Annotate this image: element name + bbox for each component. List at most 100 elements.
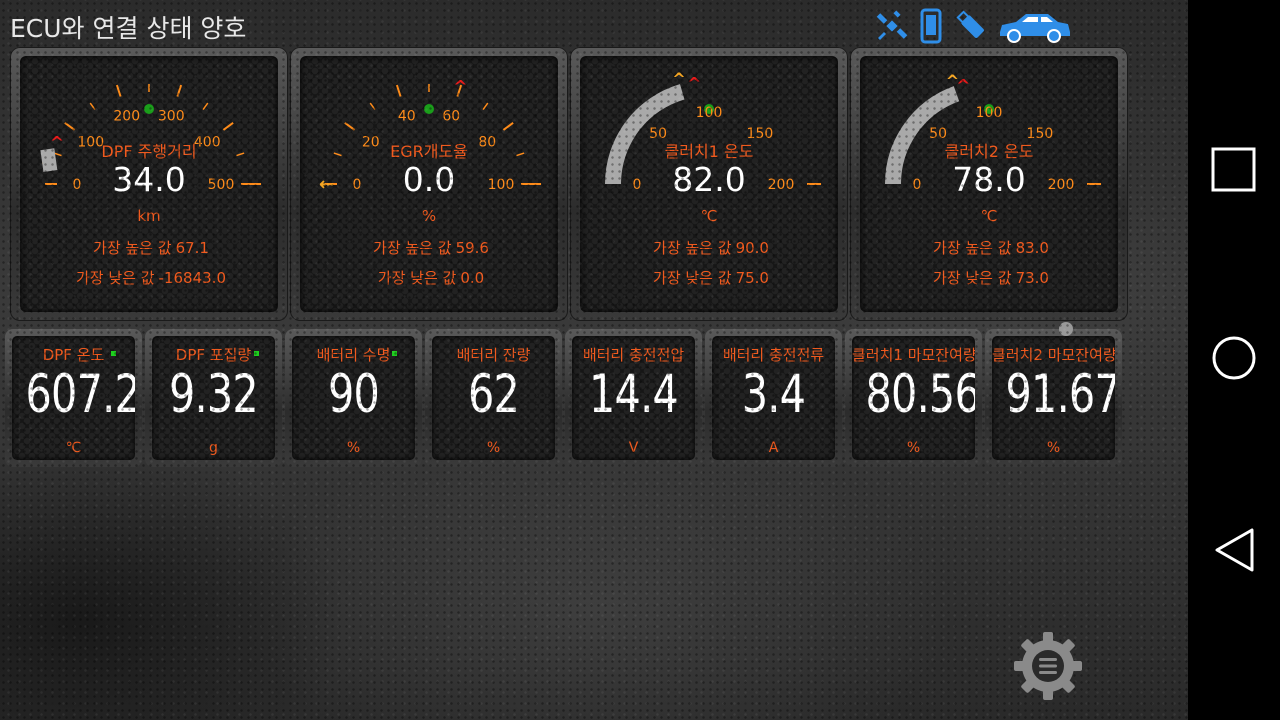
gauge-min-value: 73.0 (1015, 269, 1049, 287)
tile-face: 클러치1 마모잔여량 80.56 % (852, 336, 975, 460)
indicator-dot (392, 351, 397, 356)
gauge-scale-label: 300 (158, 109, 185, 125)
tile-face: DPF 온도 607.2 ℃ (12, 336, 135, 460)
gauge-title: DPF 주행거리 (101, 142, 197, 161)
gauge-min-value: 0.0 (460, 269, 485, 287)
gauge-max-label: 가장 높은 값 (93, 239, 172, 257)
settings-gear-menu-icon[interactable] (1012, 630, 1084, 702)
tile-value: 91.67 (1005, 364, 1115, 425)
tile-unit: ℃ (65, 440, 82, 456)
gauge-scale-label: 60 (442, 109, 460, 125)
gauge-value: 0.0 (402, 160, 456, 199)
tile-clutch1-wear[interactable]: 클러치1 마모잔여량 80.56 % (845, 329, 982, 467)
gauge-tick (344, 122, 356, 131)
tile-value: 9.32 (169, 364, 259, 425)
gauge-tick (176, 84, 183, 97)
tile-unit: % (1046, 440, 1061, 456)
gauge-max-value: 67.1 (175, 239, 209, 257)
tile-charge-voltage[interactable]: 배터리 충전전압 14.4 V (565, 329, 702, 467)
gauge-title: 클러치2 온도 (944, 142, 1034, 161)
gauge-min-label: 가장 낮은 값 (933, 269, 1012, 287)
gauge-card[interactable]: ⇠ ^ 0 20 40 60 80 100 EGR개도율 0.0 % 가장 높은 값 59.6 … (290, 47, 568, 321)
gauge-max-label: 가장 높은 값 (373, 239, 452, 257)
gauge-tick (202, 102, 209, 111)
gauge-tick (115, 84, 122, 97)
gauge-unit: ℃ (980, 207, 998, 225)
phone-icon (920, 8, 942, 44)
gauge-max: 가장 높은 값 90.0 (580, 237, 838, 258)
gauge-card[interactable]: ⇠^0100200300400500 DPF 주행거리 34.0 km 가장 높… (10, 47, 288, 321)
tile-battery-level[interactable]: 배터리 잔량 62 % (425, 329, 562, 467)
gauge-min: 가장 낮은 값 73.0 (860, 267, 1118, 288)
home-circle-icon[interactable] (1188, 318, 1280, 398)
dashboard-app: ECU와 연결 상태 양호 ^ 0 100 200 300 400 500 DP… (0, 0, 1188, 720)
gauge-max-value: 90.0 (735, 239, 769, 257)
gauge-max: 가장 높은 값 67.1 (20, 237, 278, 258)
gauge-unit: % (421, 207, 437, 225)
gauge-scale-label: 100 (696, 105, 723, 121)
gauge-max-value: 83.0 (1015, 239, 1049, 257)
tile-face: 클러치2 마모잔여량 91.67 % (992, 336, 1115, 460)
gauge-face: ^ ^ 0 50 100 150 200 클러치1 온도 82.0 ℃ 가장 높은 값 90.… (580, 56, 838, 312)
tile-title: 배터리 충전전류 (722, 346, 825, 364)
gauge-max: 가장 높은 값 59.6 (300, 237, 558, 258)
indicator-dot (111, 351, 116, 356)
gauge-card[interactable]: ^ ^ 0 50 100 150 200 클러치2 온도 78.0 ℃ 가장 높은 값 83.… (850, 47, 1128, 321)
gauge-min: 가장 낮은 값 -16843.0 (20, 267, 278, 288)
gauge-min: 가장 낮은 값 75.0 (580, 267, 838, 288)
gauge-card[interactable]: ^ ^ 0 50 100 150 200 클러치1 온도 82.0 ℃ 가장 높은 값 90.… (570, 47, 848, 321)
gauge-min-value: -16843.0 (158, 269, 226, 287)
tile-battery-life[interactable]: 배터리 수명 90 % (285, 329, 422, 467)
android-navigation-bar (1188, 0, 1280, 720)
car-icon (1000, 14, 1070, 43)
tile-title: DPF 온도 (42, 346, 105, 364)
tile-title: 클러치2 마모잔여량 (992, 346, 1115, 364)
recents-square-icon[interactable] (1188, 130, 1280, 210)
tile-value: 3.4 (741, 364, 806, 425)
gauge-scale-label: 100 (976, 105, 1003, 121)
gauge-min-value: 75.0 (735, 269, 769, 287)
tile-value: 80.56 (865, 364, 975, 425)
tile-title: 클러치1 마모잔여량 (852, 346, 975, 364)
gauge-peak-marker: ^ (956, 77, 970, 97)
gauge-tick (502, 122, 514, 131)
gauge-face: ^ ^ 0 50 100 150 200 클러치2 온도 78.0 ℃ 가장 높은 값 83.… (860, 56, 1118, 312)
gauge-peak-marker: ^ (453, 78, 467, 98)
gauge-min-label: 가장 낮은 값 (76, 269, 155, 287)
tile-unit: g (209, 440, 218, 456)
tile-value: 62 (467, 364, 520, 425)
gauge-face: ⇠^0100200300400500 DPF 주행거리 34.0 km 가장 높… (20, 56, 278, 312)
gauge-tick (395, 84, 402, 97)
tile-title: 배터리 잔량 (456, 346, 531, 364)
gauge-title: EGR개도율 (390, 142, 468, 161)
gauge-max: 가장 높은 값 83.0 (860, 237, 1118, 258)
tile-clutch2-wear[interactable]: 클러치2 마모잔여량 91.67 % (985, 329, 1122, 467)
tile-charge-current[interactable]: 배터리 충전전류 3.4 A (705, 329, 842, 467)
tile-face: 배터리 잔량 62 % (432, 336, 555, 460)
gauge-title: 클러치1 온도 (664, 142, 754, 161)
gauge-value: 78.0 (952, 160, 1026, 199)
tile-dpf-temp[interactable]: DPF 온도 607.2 ℃ (5, 329, 142, 467)
tile-face: DPF 포집량 9.32 g (152, 336, 275, 460)
gauge-scale-label: 200 (113, 109, 140, 125)
gauge-tick (369, 102, 376, 111)
indicator-dot (254, 351, 259, 356)
usb-stick-icon (956, 10, 984, 38)
gauge-center-dot (144, 104, 154, 114)
gauge-value: 82.0 (672, 160, 746, 199)
gauge-max-value: 59.6 (455, 239, 489, 257)
tile-face: 배터리 충전전압 14.4 V (572, 336, 695, 460)
gauge-peak-marker: ^ (687, 74, 701, 94)
tile-face: 배터리 수명 90 % (292, 336, 415, 460)
page-indicator-dot[interactable] (1059, 322, 1073, 336)
tile-unit: V (628, 440, 639, 456)
back-triangle-icon[interactable] (1188, 510, 1280, 590)
gauge-min-label: 가장 낮은 값 (377, 269, 457, 287)
gauge-max-label: 가장 높은 값 (933, 239, 1012, 257)
gauge-tick (482, 102, 489, 111)
gauge-value: 34.0 (112, 160, 186, 199)
tile-unit: % (486, 440, 501, 456)
connection-status-title: ECU와 연결 상태 양호 (10, 14, 247, 43)
tile-dpf-soot[interactable]: DPF 포집량 9.32 g (145, 329, 282, 467)
tile-face: 배터리 충전전류 3.4 A (712, 336, 835, 460)
